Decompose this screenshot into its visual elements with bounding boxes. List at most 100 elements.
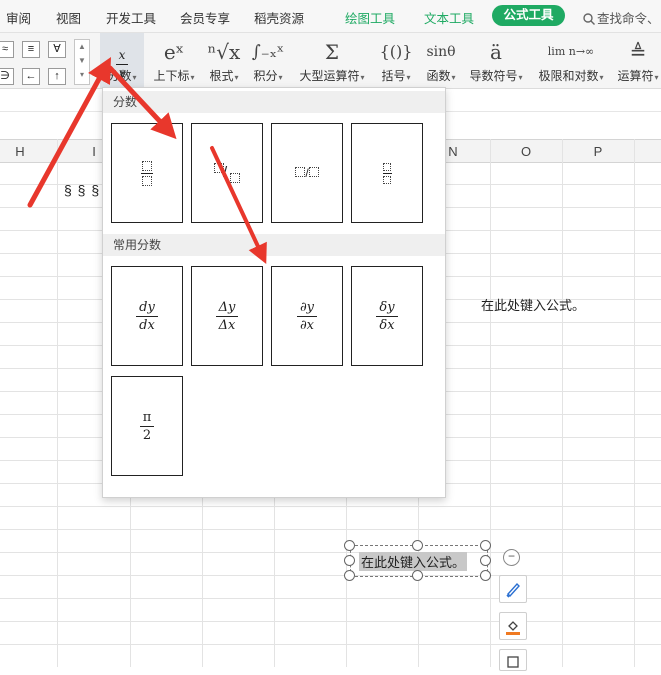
function-button[interactable]: sinθ 函数▾ [420, 33, 462, 88]
tab-member[interactable]: 会员专享 [180, 8, 230, 27]
brush-icon [506, 582, 520, 598]
fraction-dy-dx[interactable]: dy dx [111, 266, 183, 366]
fraction-dropdown: 分数 / / 常用分数 dy dx Δy Δx ∂y ∂x δy δx π2 [102, 87, 446, 498]
fraction-linear-option[interactable]: / [271, 123, 343, 223]
column-h[interactable]: H [10, 144, 30, 159]
symbol-left-arrow[interactable]: ← [22, 68, 40, 85]
large-operator-button[interactable]: Σ 大型运算符▾ [294, 33, 370, 88]
resize-handle[interactable] [480, 540, 491, 551]
tab-text-tools[interactable]: 文本工具 [424, 8, 474, 27]
outline-tool[interactable] [499, 649, 527, 671]
resize-handle[interactable] [412, 570, 423, 581]
delta-denominator: Δx [218, 317, 236, 333]
formula-object-text[interactable]: 在此处键入公式。 [359, 552, 468, 571]
partial-denominator: ∂x [299, 317, 315, 333]
radical-button[interactable]: ⁿ√x 根式▾ [204, 33, 244, 88]
radical-icon: ⁿ√x [207, 40, 241, 64]
symbol-equiv[interactable]: ≡ [22, 41, 40, 58]
tab-developer[interactable]: 开发工具 [106, 8, 156, 27]
cell-text[interactable]: § § § [64, 182, 100, 198]
grid-line [0, 506, 661, 507]
tab-view[interactable]: 视图 [56, 8, 81, 27]
accent-button[interactable]: ä 导数符号▾ [466, 33, 526, 88]
section-header-fraction: 分数 [103, 91, 445, 113]
fraction-delta-y-delta-x[interactable]: Δy Δx [191, 266, 263, 366]
dy-dx-denominator: dx [139, 317, 155, 333]
operator-icon: ≜ [629, 40, 647, 64]
partial-numerator: ∂y [296, 300, 318, 317]
operator-button[interactable]: ≜ 运算符▾ [616, 33, 660, 88]
stacked-fraction-icon [141, 160, 153, 186]
fraction-pi-over-2[interactable]: π2 [111, 376, 183, 476]
command-search[interactable]: 查找命令、 [583, 8, 660, 27]
section-header-common-fractions: 常用分数 [103, 234, 445, 256]
integral-button[interactable]: ∫₋ₓˣ 积分▾ [248, 33, 288, 88]
collapse-button[interactable]: − [503, 549, 520, 566]
symbol-up-arrow[interactable]: ↑ [48, 68, 66, 85]
tab-review[interactable]: 审阅 [6, 8, 31, 27]
symbol-forall[interactable]: ∀ [48, 41, 66, 58]
grid-line [0, 644, 661, 645]
fraction-button[interactable]: xy 分数▾ [100, 33, 144, 88]
fill-tool[interactable] [499, 612, 527, 640]
accent-label: 导数符号 [469, 69, 518, 83]
grid-line [0, 575, 661, 576]
delta-numerator: Δy [215, 300, 239, 317]
pi-denominator: 2 [142, 427, 152, 443]
limit-log-button[interactable]: lim n→∞ 极限和对数▾ [535, 33, 607, 88]
integral-label: 积分 [253, 69, 278, 83]
bracket-icon: {()} [379, 42, 413, 61]
radical-label: 根式 [209, 69, 234, 83]
fraction-skewed-option[interactable]: / [191, 123, 263, 223]
formula-ribbon: ≈ ≡ ∀ ∋ ← ↑ ▲ ▼ ▾ xy 分数▾ eˣ 上下标▾ ⁿ√x 根式▾ ∫… [0, 33, 661, 89]
tab-docer[interactable]: 稻壳资源 [254, 8, 304, 27]
script-button[interactable]: eˣ 上下标▾ [148, 33, 200, 88]
resize-handle[interactable] [344, 555, 355, 566]
tab-formula-tools[interactable]: 公式工具 [492, 5, 565, 26]
grid-line [57, 139, 58, 667]
accent-icon: ä [490, 40, 502, 64]
cell-formula-placeholder[interactable]: 在此处键入公式。 [481, 295, 585, 314]
fraction-partial-y-partial-x[interactable]: ∂y ∂x [271, 266, 343, 366]
column-i[interactable]: I [84, 144, 104, 159]
grid-line [634, 139, 635, 667]
fraction-icon: xy [100, 37, 144, 80]
column-p[interactable]: P [588, 144, 608, 159]
fraction-small-delta[interactable]: δy δx [351, 266, 423, 366]
column-n[interactable]: N [443, 144, 463, 159]
fraction-stacked-option[interactable] [111, 123, 183, 223]
integral-icon: ∫₋ₓˣ [251, 42, 285, 62]
summation-icon: Σ [324, 40, 340, 64]
grid-line [0, 621, 661, 622]
pi-numerator: π [139, 410, 155, 427]
resize-handle[interactable] [412, 540, 423, 551]
symbol-contains[interactable]: ∋ [0, 68, 14, 85]
outline-icon [507, 656, 519, 668]
small-fraction-icon [382, 162, 392, 184]
large-operator-label: 大型运算符 [299, 69, 360, 83]
tab-drawing-tools[interactable]: 绘图工具 [345, 8, 395, 27]
column-o[interactable]: O [516, 144, 536, 159]
function-label: 函数 [426, 69, 451, 83]
grid-line [562, 139, 563, 667]
grid-line [490, 139, 491, 667]
resize-handle[interactable] [344, 540, 355, 551]
fraction-small-option[interactable] [351, 123, 423, 223]
grid-line [0, 552, 661, 553]
resize-handle[interactable] [344, 570, 355, 581]
bracket-button[interactable]: {()} 括号▾ [374, 33, 418, 88]
resize-handle[interactable] [480, 570, 491, 581]
script-label: 上下标 [153, 69, 190, 83]
style-tool[interactable] [499, 575, 527, 603]
symbol-scroll[interactable]: ▲ ▼ ▾ [74, 39, 90, 85]
resize-handle[interactable] [480, 555, 491, 566]
skewed-fraction-icon: / [214, 163, 240, 183]
limit-log-label: 极限和对数 [538, 69, 599, 83]
search-text: 查找命令、 [597, 12, 660, 26]
menu-bar: 审阅 视图 开发工具 会员专享 稻壳资源 绘图工具 文本工具 公式工具 查找命令… [0, 0, 661, 33]
small-delta-numerator: δy [376, 300, 398, 317]
superscript-icon: eˣ [163, 40, 185, 64]
fill-icon [506, 621, 520, 635]
symbol-approx[interactable]: ≈ [0, 41, 14, 58]
linear-fraction-icon: / [295, 166, 319, 180]
